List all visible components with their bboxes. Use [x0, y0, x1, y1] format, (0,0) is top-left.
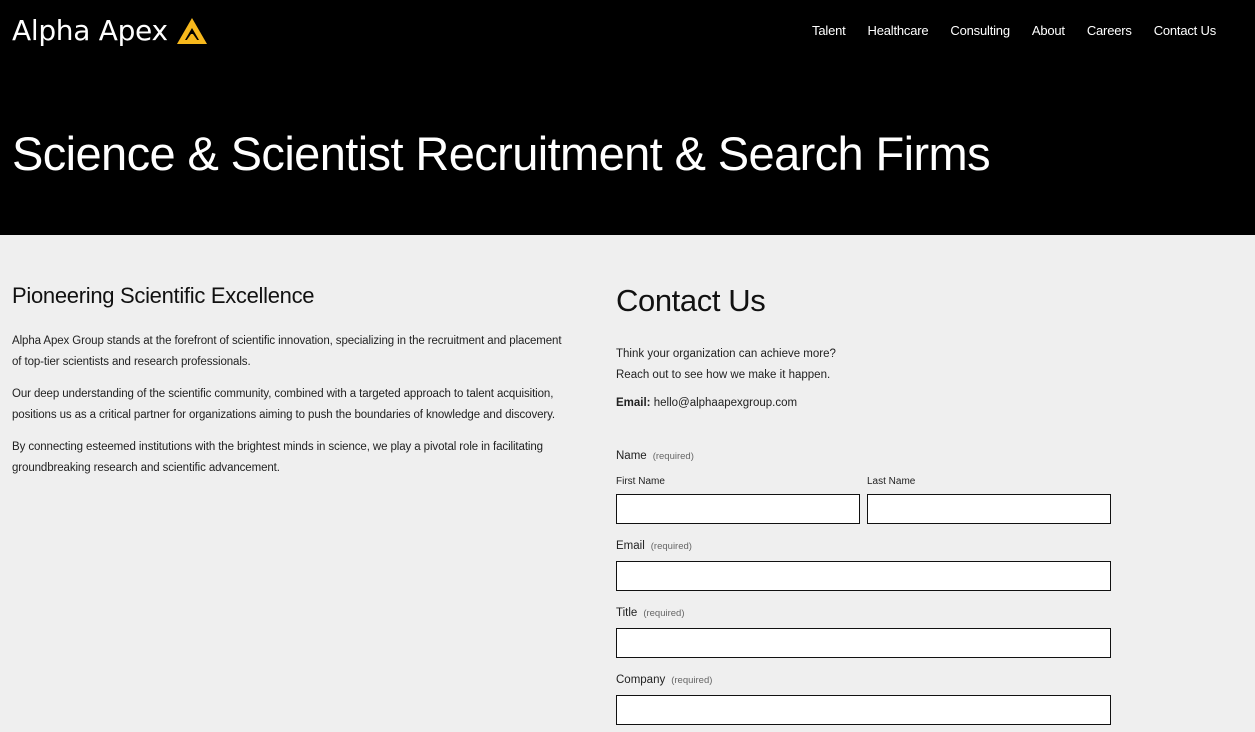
about-paragraph: By connecting esteemed institutions with…: [12, 441, 543, 474]
about-heading: Pioneering Scientific Excellence: [12, 283, 315, 308]
email-address-link[interactable]: hello@alphaapexgroup.com: [654, 397, 797, 409]
company-label-group: Company (required): [616, 674, 712, 686]
name-label-group: Name (required): [616, 450, 694, 462]
required-hint: (required): [650, 541, 692, 552]
nav-item-careers[interactable]: Careers: [1087, 23, 1132, 38]
email-label: Email:: [616, 397, 651, 409]
about-paragraph: Alpha Apex Group stands at the forefront…: [12, 335, 562, 368]
about-paragraph: Our deep understanding of the scientific…: [12, 388, 556, 421]
contact-tagline-2: Reach out to see how we make it happen.: [616, 369, 831, 381]
first-name-input[interactable]: [616, 494, 860, 524]
required-hint: (required): [671, 675, 713, 686]
contact-tagline-1: Think your organization can achieve more…: [616, 348, 836, 360]
email-field-label-group: Email (required): [616, 540, 692, 552]
title-label: Title: [616, 607, 638, 619]
main-nav: Talent Healthcare Consulting About Caree…: [790, 23, 1216, 38]
contact-section: Contact Us Think your organization can a…: [616, 283, 1116, 409]
last-name-label: Last Name: [867, 476, 916, 487]
nav-item-about[interactable]: About: [1032, 23, 1065, 38]
nav-item-consulting[interactable]: Consulting: [950, 23, 1010, 38]
first-name-label: First Name: [616, 476, 665, 487]
company-input[interactable]: [616, 695, 1111, 725]
required-hint: (required): [643, 608, 685, 619]
brand-name: Alpha Apex: [12, 14, 168, 47]
last-name-input[interactable]: [867, 494, 1111, 524]
title-label-group: Title (required): [616, 607, 685, 619]
email-input[interactable]: [616, 561, 1111, 591]
required-hint: (required): [652, 451, 694, 462]
company-label: Company: [616, 674, 666, 686]
title-input[interactable]: [616, 628, 1111, 658]
hero-banner: Alpha Apex Talent Healthcare Consulting …: [0, 0, 1255, 235]
brand-logo-link[interactable]: Alpha Apex: [12, 14, 208, 47]
triangle-logo-icon: [176, 17, 207, 44]
nav-item-contact-us[interactable]: Contact Us: [1154, 23, 1217, 38]
page-title: Science & Scientist Recruitment & Search…: [12, 127, 991, 180]
name-label: Name: [616, 450, 647, 462]
nav-item-talent[interactable]: Talent: [812, 23, 846, 38]
contact-email-line: Email: hello@alphaapexgroup.com: [616, 397, 1116, 409]
about-section: Pioneering Scientific Excellence Alpha A…: [12, 283, 572, 490]
contact-heading: Contact Us: [616, 283, 766, 318]
nav-item-healthcare[interactable]: Healthcare: [868, 23, 929, 38]
email-field-label: Email: [616, 540, 645, 552]
